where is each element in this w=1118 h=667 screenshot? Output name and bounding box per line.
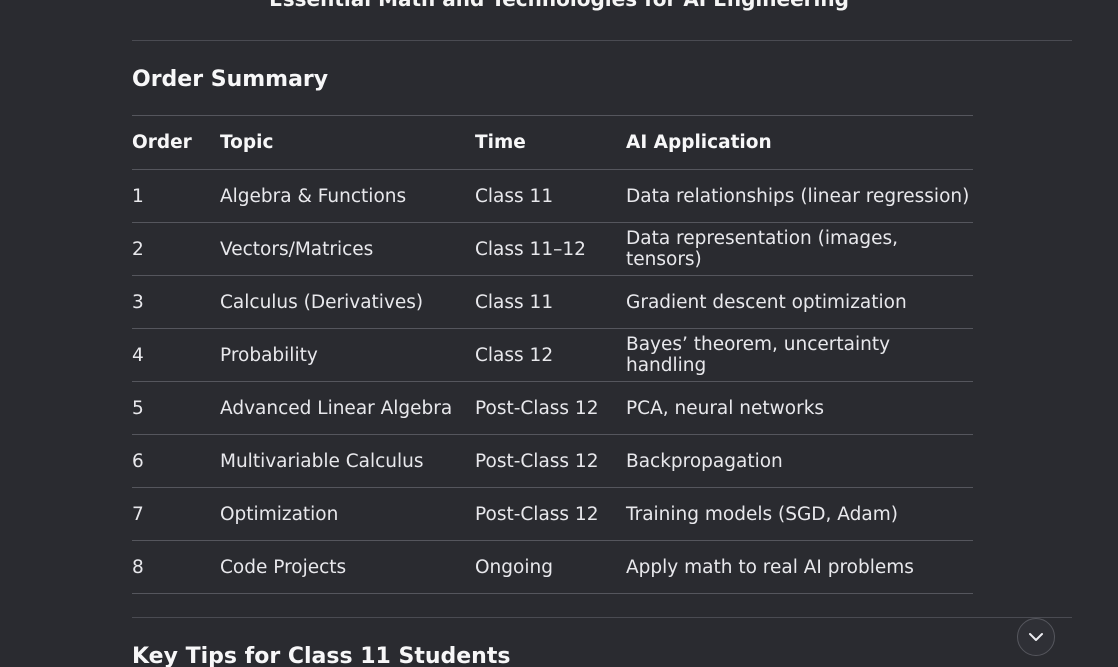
divider — [132, 40, 1072, 41]
cell-topic: Algebra & Functions — [220, 185, 407, 207]
cell-time: Class 11 — [475, 291, 554, 313]
cell-time: Post-Class 12 — [475, 450, 599, 472]
cell-topic: Advanced Linear Algebra — [220, 397, 453, 419]
table-row: 8 Code Projects Ongoing Apply math to re… — [132, 541, 973, 594]
cell-application: Apply math to real AI problems — [626, 556, 914, 578]
cell-order: 2 — [132, 238, 144, 260]
cell-topic: Vectors/Matrices — [220, 238, 374, 260]
cell-application: Data relationships (linear regression) — [626, 185, 970, 207]
cell-time: Class 12 — [475, 344, 554, 366]
order-summary-table: Order Topic Time AI Application 1 Algebr… — [132, 115, 973, 594]
column-header-time: Time — [475, 132, 526, 153]
cell-order: 8 — [132, 556, 144, 578]
cell-topic: Probability — [220, 344, 318, 366]
cell-order: 3 — [132, 291, 144, 313]
cell-order: 6 — [132, 450, 144, 472]
cell-time: Class 11–12 — [475, 238, 586, 260]
chevron-down-icon — [1029, 633, 1043, 641]
table-row: 2 Vectors/Matrices Class 11–12 Data repr… — [132, 223, 973, 276]
column-header-order: Order — [132, 132, 192, 153]
previous-section-heading: Essential Math and Technologies for AI E… — [0, 0, 1118, 11]
cell-application: Training models (SGD, Adam) — [626, 503, 898, 525]
table-row: 7 Optimization Post-Class 12 Training mo… — [132, 488, 973, 541]
scroll-to-bottom-button[interactable] — [1017, 618, 1055, 656]
cell-time: Class 11 — [475, 185, 554, 207]
table-row: 5 Advanced Linear Algebra Post-Class 12 … — [132, 382, 973, 435]
column-header-topic: Topic — [220, 132, 274, 153]
cell-topic: Code Projects — [220, 556, 347, 578]
divider — [132, 617, 1072, 618]
cell-application: Backpropagation — [626, 450, 783, 472]
table-row: 6 Multivariable Calculus Post-Class 12 B… — [132, 435, 973, 488]
cell-application: Bayes’ theorem, uncertainty handling — [626, 334, 891, 376]
cell-application: PCA, neural networks — [626, 397, 825, 419]
section-title: Order Summary — [132, 67, 329, 92]
cell-time: Ongoing — [475, 556, 553, 578]
cell-order: 1 — [132, 185, 144, 207]
cell-topic: Calculus (Derivatives) — [220, 291, 424, 313]
cell-order: 4 — [132, 344, 144, 366]
cell-topic: Optimization — [220, 503, 339, 525]
cell-time: Post-Class 12 — [475, 397, 599, 419]
cell-order: 7 — [132, 503, 144, 525]
cell-time: Post-Class 12 — [475, 503, 599, 525]
next-section-title: Key Tips for Class 11 Students — [132, 644, 511, 667]
table-header-row: Order Topic Time AI Application — [132, 115, 973, 170]
cell-application: Data representation (images, tensors) — [626, 228, 898, 270]
cell-application: Gradient descent optimization — [626, 291, 907, 313]
table-row: 4 Probability Class 12 Bayes’ theorem, u… — [132, 329, 973, 382]
column-header-application: AI Application — [626, 132, 772, 153]
cell-order: 5 — [132, 397, 144, 419]
table-row: 1 Algebra & Functions Class 11 Data rela… — [132, 170, 973, 223]
chat-content: Essential Math and Technologies for AI E… — [0, 0, 1118, 667]
table-row: 3 Calculus (Derivatives) Class 11 Gradie… — [132, 276, 973, 329]
cell-topic: Multivariable Calculus — [220, 450, 424, 472]
